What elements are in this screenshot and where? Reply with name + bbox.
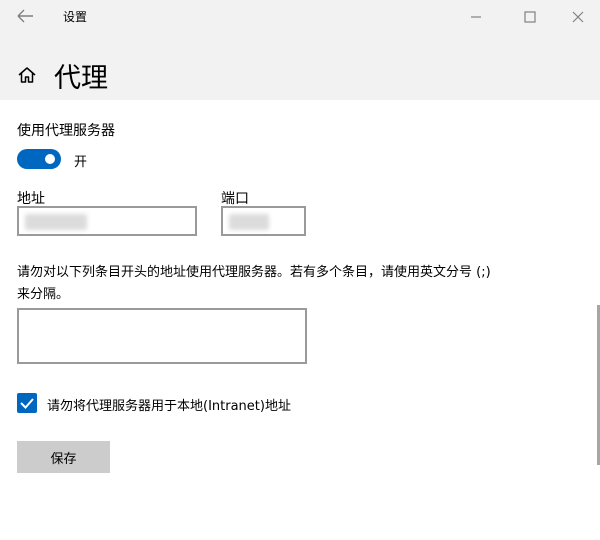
toggle-knob (45, 154, 55, 164)
exceptions-textarea[interactable] (17, 308, 307, 364)
close-button[interactable] (568, 7, 588, 27)
close-icon (572, 11, 584, 23)
redacted-port (229, 214, 269, 230)
maximize-button[interactable] (520, 7, 540, 27)
port-input[interactable] (221, 206, 306, 236)
back-button[interactable] (14, 6, 36, 26)
use-proxy-label: 使用代理服务器 (17, 123, 115, 139)
arrow-left-icon (17, 9, 33, 23)
title-bar: 设置 (0, 0, 600, 32)
maximize-icon (524, 11, 536, 23)
bypass-local-label: 请勿将代理服务器用于本地(Intranet)地址 (47, 399, 291, 414)
address-input[interactable] (17, 206, 197, 236)
page-title: 代理 (54, 63, 108, 94)
bypass-local-checkbox[interactable] (17, 393, 37, 413)
redacted-address (25, 214, 87, 230)
checkmark-icon (20, 398, 34, 409)
address-label: 地址 (17, 191, 45, 207)
port-label: 端口 (221, 191, 249, 207)
minimize-button[interactable] (466, 7, 486, 27)
minimize-icon (471, 16, 481, 18)
app-title: 设置 (63, 10, 88, 24)
use-proxy-toggle[interactable] (17, 149, 61, 169)
header-area: 设置 代理 (0, 0, 600, 100)
save-button[interactable]: 保存 (17, 441, 110, 473)
home-icon[interactable] (17, 65, 37, 85)
exceptions-description: 请勿对以下列条目开头的地址使用代理服务器。若有多个条目，请使用英文分号 (;) … (17, 265, 491, 302)
toggle-state-label: 开 (74, 155, 88, 170)
